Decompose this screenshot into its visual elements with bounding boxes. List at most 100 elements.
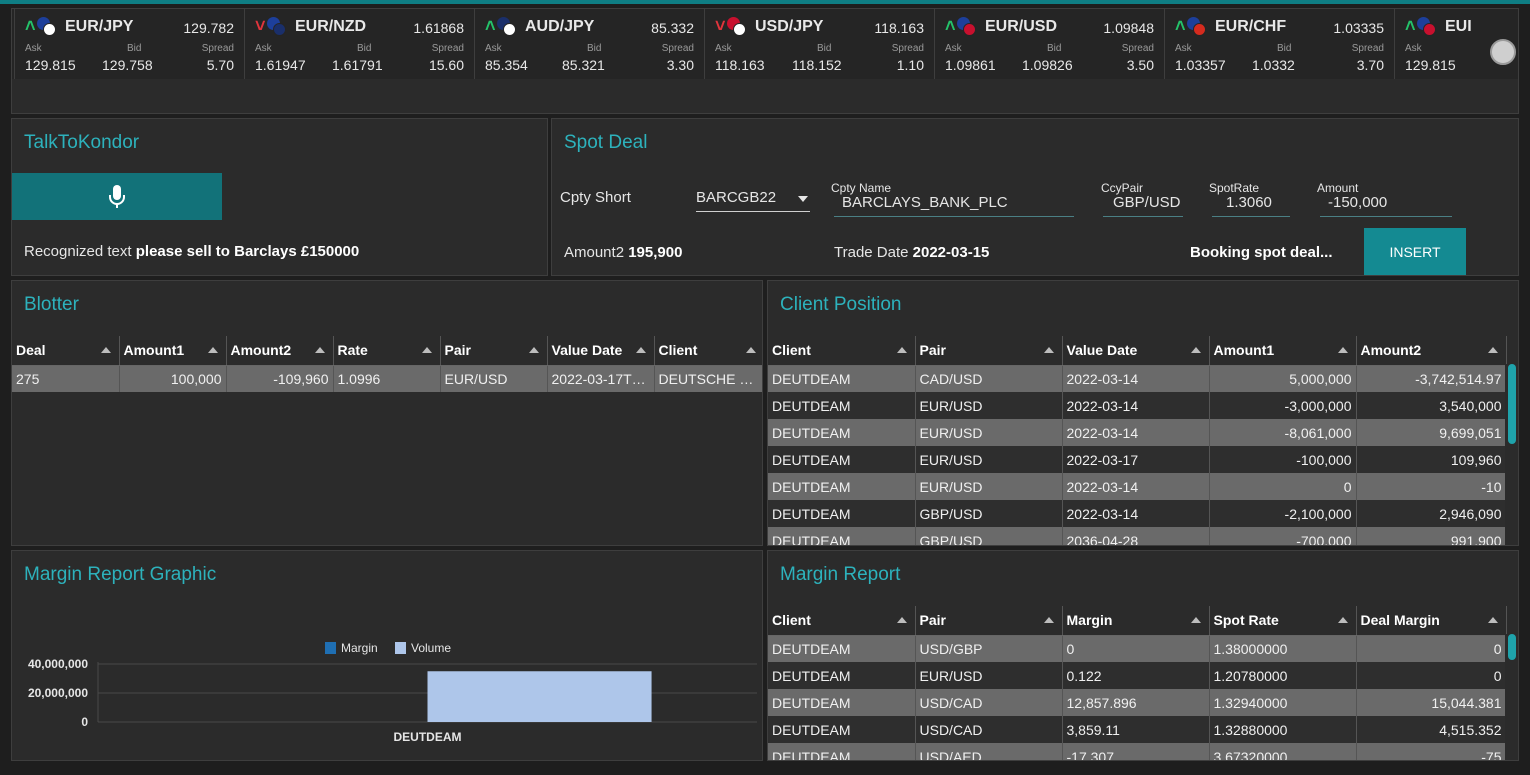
table-cell: DEUTDEAM bbox=[768, 635, 916, 662]
table-row[interactable]: DEUTDEAM EUR/USD 2022-03-14 -8,061,000 9,699… bbox=[768, 419, 1507, 446]
ticker-item[interactable]: ˄ EUR/USD 1.09848 Ask Bid Spread 1.09861 1.0982… bbox=[935, 9, 1165, 79]
column-header[interactable]: Amount2 bbox=[1356, 336, 1507, 366]
column-header[interactable]: Deal Margin bbox=[1356, 606, 1507, 636]
amount2: Amount2 195,900 bbox=[564, 244, 682, 261]
column-header[interactable]: Pair bbox=[915, 336, 1063, 366]
ccypair-field[interactable]: GBP/USD bbox=[1103, 189, 1183, 217]
table-row[interactable]: DEUTDEAM USD/CAD 12,857.896 1.32940000 15,04… bbox=[768, 689, 1507, 716]
table-cell: 1.20780000 bbox=[1209, 662, 1357, 689]
sort-ascending-icon[interactable] bbox=[1190, 617, 1201, 623]
table-cell: 1.0996 bbox=[333, 365, 441, 392]
table-cell: 15,044.381 bbox=[1356, 689, 1507, 716]
ticker-item[interactable]: ˄ EUR/CHF 1.03335 Ask Bid Spread 1.03357 1.0332… bbox=[1165, 9, 1395, 79]
sort-ascending-icon[interactable] bbox=[1337, 347, 1348, 353]
cpty-short-select[interactable]: BARCGB22 bbox=[696, 184, 810, 212]
sort-ascending-icon[interactable] bbox=[745, 347, 756, 353]
vertical-scrollbar[interactable] bbox=[1505, 634, 1518, 760]
table-cell: EUR/USD bbox=[915, 473, 1063, 500]
sort-ascending-icon[interactable] bbox=[635, 347, 646, 353]
table-row[interactable]: DEUTDEAM GBP/USD 2022-03-14 -2,100,000 2,946… bbox=[768, 500, 1507, 527]
margin-graphic-panel: Margin Report Graphic 40,000,000 20,000,0… bbox=[11, 550, 763, 761]
column-header[interactable]: Amount2 bbox=[226, 336, 334, 366]
ticker-bid-label: Bid bbox=[587, 43, 602, 54]
scrollbar-thumb[interactable] bbox=[1508, 364, 1516, 444]
microphone-button[interactable] bbox=[12, 173, 222, 220]
table-cell: 1.32880000 bbox=[1209, 716, 1357, 743]
column-header[interactable]: Amount1 bbox=[1209, 336, 1357, 366]
column-header[interactable]: Pair bbox=[440, 336, 548, 366]
column-header[interactable]: Deal bbox=[12, 336, 120, 366]
table-row[interactable]: DEUTDEAM EUR/USD 0.122 1.20780000 0 bbox=[768, 662, 1507, 689]
scrollbar-thumb[interactable] bbox=[1508, 634, 1516, 660]
table-row[interactable]: DEUTDEAM CAD/USD 2022-03-14 5,000,000 -3,742… bbox=[768, 365, 1507, 392]
cpty-name-field[interactable]: BARCLAYS_BANK_PLC bbox=[834, 189, 1074, 217]
table-row[interactable]: DEUTDEAM GBP/USD 2036-04-28 -700,000 991,900 bbox=[768, 527, 1507, 545]
table-cell: USD/CAD bbox=[915, 689, 1063, 716]
table-cell: -700,000 bbox=[1209, 527, 1357, 545]
column-header[interactable]: Margin bbox=[1062, 606, 1210, 636]
ticker-price: 85.332 bbox=[651, 20, 694, 36]
ticker-spread-label: Spread bbox=[431, 43, 464, 54]
column-header[interactable]: Client bbox=[768, 336, 916, 366]
ticker-item[interactable]: ˅ EUR/NZD 1.61868 Ask Bid Spread 1.61947 1.6179… bbox=[245, 9, 475, 79]
column-header[interactable]: Rate bbox=[333, 336, 441, 366]
ticker-ask-value: 118.163 bbox=[715, 57, 765, 73]
blotter-panel: Blotter Deal Amount1 Amount2 Rate Pair Value … bbox=[11, 280, 763, 546]
vertical-scrollbar[interactable] bbox=[1505, 364, 1518, 545]
table-row[interactable]: DEUTDEAM USD/AED -17.307 3.67320000 -75 bbox=[768, 743, 1507, 760]
sort-ascending-icon[interactable] bbox=[1043, 347, 1054, 353]
ticker-ask-value: 1.03357 bbox=[1175, 57, 1226, 73]
spotrate-field[interactable]: 1.3060 bbox=[1212, 189, 1290, 217]
header-row: Deal Amount1 Amount2 Rate Pair Value Date Clie… bbox=[12, 336, 762, 366]
x-tick-label: DEUTDEAM bbox=[394, 730, 462, 744]
table-row[interactable]: DEUTDEAM USD/CAD 3,859.11 1.32880000 4,515.3… bbox=[768, 716, 1507, 743]
amount-field[interactable]: -150,000 bbox=[1320, 189, 1452, 217]
table-row[interactable]: 275 100,000 -109,960 1.0996 EUR/USD 2022-03-1… bbox=[12, 365, 762, 392]
blotter-table: Deal Amount1 Amount2 Rate Pair Value Date Clie… bbox=[12, 336, 762, 392]
table-row[interactable]: DEUTDEAM EUR/USD 2022-03-14 0 -10 bbox=[768, 473, 1507, 500]
insert-button[interactable]: INSERT bbox=[1364, 228, 1466, 275]
ticker-spread-value: 1.10 bbox=[896, 57, 924, 73]
column-header-label: Value Date bbox=[551, 342, 623, 359]
ticker-ask-label: Ask bbox=[945, 43, 962, 54]
ticker-spread-label: Spread bbox=[1121, 43, 1154, 54]
ticker-item[interactable]: ˅ USD/JPY 118.163 Ask Bid Spread 118.163 118.15… bbox=[705, 9, 935, 79]
sort-ascending-icon[interactable] bbox=[528, 347, 539, 353]
ticker-bid-label: Bid bbox=[357, 43, 372, 54]
column-header[interactable]: Value Date bbox=[547, 336, 655, 366]
sort-ascending-icon[interactable] bbox=[207, 347, 218, 353]
panel-title: Client Position bbox=[780, 294, 902, 315]
sort-ascending-icon[interactable] bbox=[100, 347, 111, 353]
column-header[interactable]: Client bbox=[768, 606, 916, 636]
table-row[interactable]: DEUTDEAM EUR/USD 2022-03-14 -3,000,000 3,540… bbox=[768, 392, 1507, 419]
sort-ascending-icon[interactable] bbox=[421, 347, 432, 353]
price-ticker: )3335Spread3.70˄EUR/JPY129.782AskBidSpre… bbox=[11, 8, 1519, 114]
column-header[interactable]: Value Date bbox=[1062, 336, 1210, 366]
column-header[interactable]: Amount1 bbox=[119, 336, 227, 366]
ticker-item[interactable]: ˄ EUR/JPY 129.782 Ask Bid Spread 129.815 129.75… bbox=[15, 9, 245, 79]
ticker-spread-value: 3.30 bbox=[666, 57, 694, 73]
sort-ascending-icon[interactable] bbox=[896, 347, 907, 353]
column-header-label: Pair bbox=[919, 612, 946, 629]
sort-ascending-icon[interactable] bbox=[896, 617, 907, 623]
ticker-item[interactable]: ˄ AUD/JPY 85.332 Ask Bid Spread 85.354 85.321 3.… bbox=[475, 9, 705, 79]
sort-ascending-icon[interactable] bbox=[1487, 617, 1498, 623]
sort-ascending-icon[interactable] bbox=[1190, 347, 1201, 353]
sort-ascending-icon[interactable] bbox=[1487, 347, 1498, 353]
column-header[interactable]: Client bbox=[654, 336, 762, 366]
column-header[interactable]: Pair bbox=[915, 606, 1063, 636]
table-row[interactable]: DEUTDEAM EUR/USD 2022-03-17 -100,000 109,960 bbox=[768, 446, 1507, 473]
sort-ascending-icon[interactable] bbox=[1337, 617, 1348, 623]
column-header[interactable]: Spot Rate bbox=[1209, 606, 1357, 636]
table-cell: 3,540,000 bbox=[1356, 392, 1507, 419]
ticker-scroll-handle[interactable] bbox=[1490, 39, 1516, 65]
ticker-ask-value: 129.815 bbox=[25, 57, 76, 73]
ticker-spread-value: 3.70 bbox=[1356, 57, 1384, 73]
currency-flag-icon bbox=[497, 17, 517, 37]
table-row[interactable]: DEUTDEAM USD/GBP 0 1.38000000 0 bbox=[768, 635, 1507, 662]
sort-ascending-icon[interactable] bbox=[314, 347, 325, 353]
column-header-label: Deal Margin bbox=[1360, 612, 1440, 629]
column-header-label: Rate bbox=[337, 342, 368, 359]
ticker-pair: EUR/USD bbox=[985, 18, 1058, 35]
sort-ascending-icon[interactable] bbox=[1043, 617, 1054, 623]
